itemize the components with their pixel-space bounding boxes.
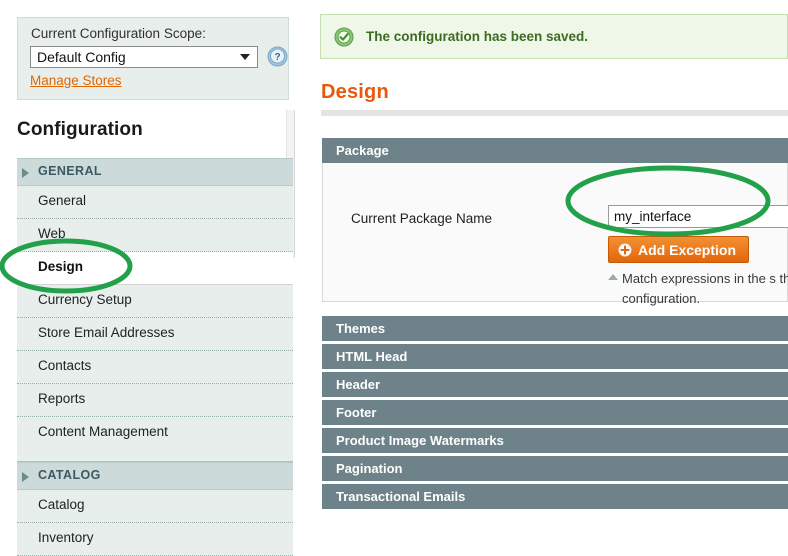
section-label: Product Image Watermarks xyxy=(336,433,504,448)
nav-group-general[interactable]: GENERAL xyxy=(17,158,293,186)
sidebar-item-design[interactable]: Design xyxy=(17,252,293,285)
triangle-right-icon xyxy=(22,472,29,482)
sidebar-item-label: Web xyxy=(38,226,66,241)
sidebar-item-label: Design xyxy=(38,259,84,274)
section-footer[interactable]: Footer xyxy=(322,400,788,425)
current-package-name-label: Current Package Name xyxy=(351,211,493,226)
nav-group-label: CATALOG xyxy=(38,468,101,482)
triangle-right-icon xyxy=(22,168,29,178)
left-sidebar: Current Configuration Scope: Default Con… xyxy=(0,0,296,556)
sidebar-item-label: General xyxy=(38,193,87,208)
section-label: Themes xyxy=(336,321,386,336)
svg-text:?: ? xyxy=(274,52,280,63)
sidebar-item-web[interactable]: Web xyxy=(17,219,293,252)
sidebar-item-label: Store Email Addresses xyxy=(38,325,175,340)
triangle-up-icon xyxy=(608,274,618,280)
sidebar-item-reports[interactable]: Reports xyxy=(17,384,293,417)
plus-circle-icon xyxy=(618,242,632,257)
sidebar-item-currency-setup[interactable]: Currency Setup xyxy=(17,285,293,318)
section-label: Footer xyxy=(336,405,377,420)
configuration-nav: GENERAL General Web Design Currency Setu… xyxy=(17,158,293,556)
section-label: Pagination xyxy=(336,461,403,476)
sidebar-item-inventory[interactable]: Inventory xyxy=(17,523,293,556)
sidebar-item-store-email-addresses[interactable]: Store Email Addresses xyxy=(17,318,293,351)
nav-group-label: GENERAL xyxy=(38,164,102,178)
sidebar-item-general[interactable]: General xyxy=(17,186,293,219)
section-themes[interactable]: Themes xyxy=(322,316,788,341)
help-circle-icon[interactable]: ? xyxy=(267,46,288,67)
section-label: Header xyxy=(336,377,381,392)
add-exception-label: Add Exception xyxy=(638,241,737,258)
package-section-body: Current Package Name Add Exception Match… xyxy=(322,163,788,306)
page-title: Design xyxy=(321,81,389,103)
section-html-head[interactable]: HTML Head xyxy=(322,344,788,369)
sidebar-item-label: Catalog xyxy=(38,497,85,512)
sidebar-item-label: Contacts xyxy=(38,358,92,373)
scope-select-value: Default Config xyxy=(37,49,126,65)
collapsed-sections-list: Themes HTML Head Header Footer Product I… xyxy=(322,316,788,512)
sidebar-item-catalog[interactable]: Catalog xyxy=(17,490,293,523)
section-label: Transactional Emails xyxy=(336,489,466,504)
sidebar-item-label: Reports xyxy=(38,391,86,406)
success-notice-text: The configuration has been saved. xyxy=(366,29,589,44)
package-fieldset: Package Current Package Name Add Excepti… xyxy=(322,138,788,306)
section-label: HTML Head xyxy=(336,349,408,364)
title-divider xyxy=(321,110,788,116)
success-check-icon xyxy=(334,27,354,47)
sidebar-item-label: Inventory xyxy=(38,530,94,545)
package-section-header[interactable]: Package xyxy=(322,138,788,163)
sidebar-item-contacts[interactable]: Contacts xyxy=(17,351,293,384)
sidebar-item-label: Content Management xyxy=(38,424,168,439)
page-heading-configuration: Configuration xyxy=(17,119,143,140)
configuration-scope-box: Current Configuration Scope: Default Con… xyxy=(17,17,289,100)
sidebar-item-label: Currency Setup xyxy=(38,292,132,307)
scope-select[interactable]: Default Config xyxy=(30,46,258,68)
section-pagination[interactable]: Pagination xyxy=(322,456,788,481)
manage-stores-link[interactable]: Manage Stores xyxy=(30,73,122,88)
success-notice: The configuration has been saved. xyxy=(320,14,788,59)
section-product-image-watermarks[interactable]: Product Image Watermarks xyxy=(322,428,788,453)
section-transactional-emails[interactable]: Transactional Emails xyxy=(322,484,788,509)
nav-group-catalog[interactable]: CATALOG xyxy=(17,462,293,490)
current-package-name-input[interactable] xyxy=(608,205,788,228)
main-content: The configuration has been saved. Design… xyxy=(320,0,788,525)
scope-label: Current Configuration Scope: xyxy=(31,26,206,41)
package-note-text: Match expressions in the s the configura… xyxy=(622,271,788,306)
sidebar-item-content-management[interactable]: Content Management xyxy=(17,417,293,449)
package-section-title: Package xyxy=(336,143,389,158)
add-exception-button[interactable]: Add Exception xyxy=(608,236,750,263)
nav-group-spacer xyxy=(17,449,293,462)
section-header[interactable]: Header xyxy=(322,372,788,397)
chevron-down-icon xyxy=(240,54,250,60)
